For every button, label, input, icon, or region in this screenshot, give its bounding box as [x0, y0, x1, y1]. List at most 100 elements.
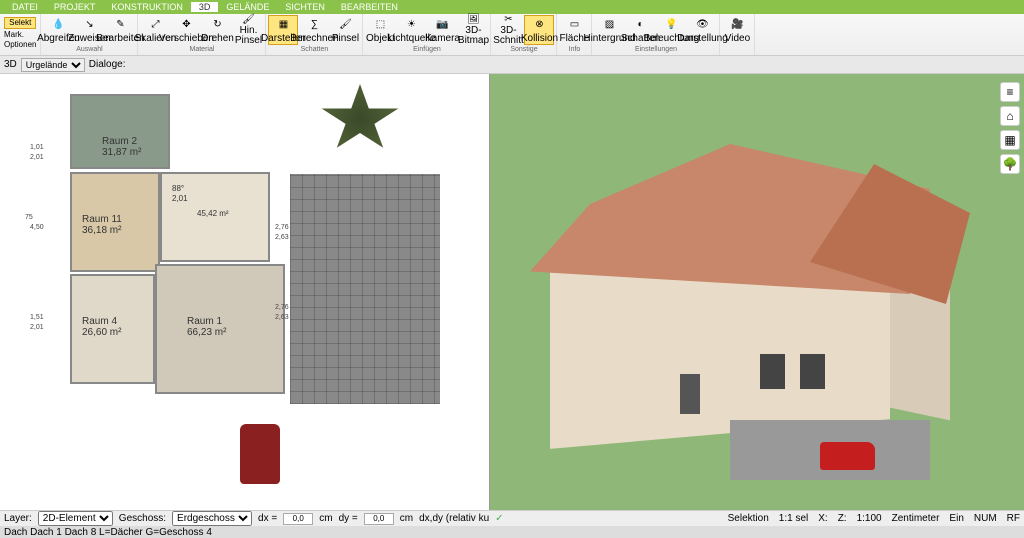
brush2-icon: 🖌 — [337, 17, 353, 33]
layer-select-status[interactable]: 2D-Element — [38, 511, 113, 526]
kollision-button[interactable]: ⊗Kollision — [524, 15, 554, 45]
assign-icon: ↘ — [81, 17, 97, 33]
menu-bearbeiten[interactable]: BEARBEITEN — [333, 2, 406, 12]
geschoss-select[interactable]: Erdgeschoss — [172, 511, 252, 526]
tree-icon[interactable]: 🌳 — [1000, 154, 1020, 174]
dx-input[interactable] — [283, 513, 313, 525]
sel-count: 1:1 sel — [779, 513, 808, 524]
bearbeiten-button[interactable]: ✎Bearbeiten — [105, 15, 135, 45]
room-4[interactable]: Raum 426,60 m² — [70, 274, 155, 384]
room-label: Raum 231,87 m² — [102, 136, 141, 158]
menu-datei[interactable]: DATEI — [4, 2, 46, 12]
video-button[interactable]: 🎥Video — [722, 15, 752, 45]
render-icon: 👁 — [694, 17, 710, 33]
2d-view[interactable]: Raum 231,87 m² Raum 1136,18 m² 45,42 m² … — [0, 74, 490, 510]
dialoge-label: Dialoge: — [89, 59, 126, 70]
check-icon[interactable]: ✓ — [495, 513, 503, 524]
group-label: Einstellungen — [635, 46, 677, 53]
car-3d[interactable] — [820, 442, 875, 470]
group-label: Einfügen — [413, 46, 441, 53]
mode-label: 3D — [4, 59, 17, 70]
layer-select[interactable]: Urgelände — [21, 58, 85, 72]
room-label: Raum 426,60 m² — [82, 316, 121, 338]
group-label: Sonstige — [510, 46, 537, 53]
options-button[interactable]: Optionen — [4, 40, 36, 49]
verschieben-button[interactable]: ✥Verschieben — [171, 15, 201, 45]
secondary-bar: 3D Urgelände Dialoge: — [0, 56, 1024, 74]
ribbon-group-material: ⤢Skalieren ✥Verschieben ↻Drehen 🖌Hin. Pi… — [138, 14, 266, 55]
ribbon-group-video: 🎥Video — [720, 14, 755, 55]
ribbon-group-einstellungen: ▨Hintergrund ◐Schatten 💡Beleuchtung 👁Dar… — [592, 14, 720, 55]
house-icon[interactable]: ⌂ — [1000, 106, 1020, 126]
3dschnitt-button[interactable]: ✂3D-Schnitt — [493, 15, 523, 45]
eyedropper-icon: 💧 — [50, 17, 66, 33]
dim: 2,63 — [275, 234, 289, 241]
dx-unit: cm — [319, 513, 332, 524]
num-label: NUM — [974, 513, 997, 524]
darstellung-button[interactable]: 👁Darstellung — [687, 15, 717, 45]
window — [760, 354, 785, 389]
layers-icon[interactable]: ≡ — [1000, 82, 1020, 102]
dxdy-label: dx,dy (relativ ku — [419, 513, 489, 524]
lichtquelle-button[interactable]: ☀Lichtquelle — [396, 15, 426, 45]
room-1[interactable]: Raum 166,23 m² — [155, 264, 285, 394]
dim: 2,01 — [30, 324, 44, 331]
dim: 2,76 — [275, 304, 289, 311]
hinpinsel-button[interactable]: 🖌Hin. Pinsel — [233, 15, 263, 45]
room-label: Raum 166,23 m² — [187, 316, 226, 338]
display-icon: ▦ — [275, 17, 291, 33]
room-11[interactable]: Raum 1136,18 m² — [70, 172, 160, 272]
window — [800, 354, 825, 389]
bottom-info-bar: Dach Dach 1 Dach 8 L=Dächer G=Geschoss 4 — [0, 526, 1024, 538]
room-2[interactable]: Raum 231,87 m² — [70, 94, 170, 169]
dy-label: dy = — [339, 513, 358, 524]
select-button[interactable]: Selekt — [4, 17, 36, 29]
group-label: Info — [569, 46, 581, 53]
menubar: DATEI PROJEKT KONSTRUKTION 3D GELÄNDE SI… — [0, 0, 1024, 14]
menu-3d[interactable]: 3D — [191, 2, 219, 12]
pinsel-button[interactable]: 🖌Pinsel — [330, 15, 360, 45]
ribbon-group-sonstige: ✂3D-Schnitt ⊗Kollision Sonstige — [491, 14, 557, 55]
room-label: 45,42 m² — [197, 209, 229, 218]
group-label: Material — [190, 46, 215, 53]
ribbon-group-einfuegen: ⬚Objekt ☀Lichtquelle 📷Kamera 🖼3D-Bitmap … — [363, 14, 491, 55]
unit-label: Zentimeter — [892, 513, 940, 524]
menu-konstruktion[interactable]: KONSTRUKTION — [103, 2, 191, 12]
ribbon-group-auswahl: 💧Abgreifen ↘Zuweisen ✎Bearbeiten Auswahl — [41, 14, 138, 55]
shadow-icon: ◐ — [632, 17, 648, 33]
dim: 1,01 — [30, 144, 44, 151]
floorplan: Raum 231,87 m² Raum 1136,18 m² 45,42 m² … — [60, 84, 440, 484]
3dbitmap-button[interactable]: 🖼3D-Bitmap — [458, 15, 488, 45]
statusbar: Layer: 2D-Element Geschoss: Erdgeschoss … — [0, 510, 1024, 526]
move-icon: ✥ — [178, 17, 194, 33]
ribbon-group-select: Selekt Mark. Optionen — [0, 14, 41, 55]
menu-sichten[interactable]: SICHTEN — [277, 2, 333, 12]
bottom-info-text: Dach Dach 1 Dach 8 L=Dächer G=Geschoss 4 — [4, 527, 212, 538]
dy-unit: cm — [400, 513, 413, 524]
drehen-button[interactable]: ↻Drehen — [202, 15, 232, 45]
dim: 4,50 — [30, 224, 44, 231]
room-upper[interactable]: 45,42 m² 88° 2,01 — [160, 172, 270, 262]
dim-val: 2,01 — [172, 194, 188, 203]
dim: 75 — [25, 214, 33, 221]
lighting-icon: 💡 — [663, 17, 679, 33]
mark-button[interactable]: Mark. — [4, 30, 36, 39]
patio[interactable] — [290, 174, 440, 404]
door — [680, 374, 700, 414]
video-icon: 🎥 — [729, 17, 745, 33]
dim: 2,76 — [275, 224, 289, 231]
car-2d[interactable] — [240, 424, 280, 484]
bitmap-icon: 🖼 — [465, 15, 481, 25]
ribbon: Selekt Mark. Optionen 💧Abgreifen ↘Zuweis… — [0, 14, 1024, 56]
berechnen-button[interactable]: ∑Berechnen — [299, 15, 329, 45]
kamera-button[interactable]: 📷Kamera — [427, 15, 457, 45]
x-label: X: — [818, 513, 827, 524]
workspace: Raum 231,87 m² Raum 1136,18 m² 45,42 m² … — [0, 74, 1024, 510]
object-icon: ⬚ — [372, 17, 388, 33]
grid-icon[interactable]: ▦ — [1000, 130, 1020, 150]
menu-gelaende[interactable]: GELÄNDE — [218, 2, 277, 12]
light-icon: ☀ — [403, 17, 419, 33]
dy-input[interactable] — [364, 513, 394, 525]
menu-projekt[interactable]: PROJEKT — [46, 2, 104, 12]
3d-view[interactable]: ≡ ⌂ ▦ 🌳 — [490, 74, 1024, 510]
